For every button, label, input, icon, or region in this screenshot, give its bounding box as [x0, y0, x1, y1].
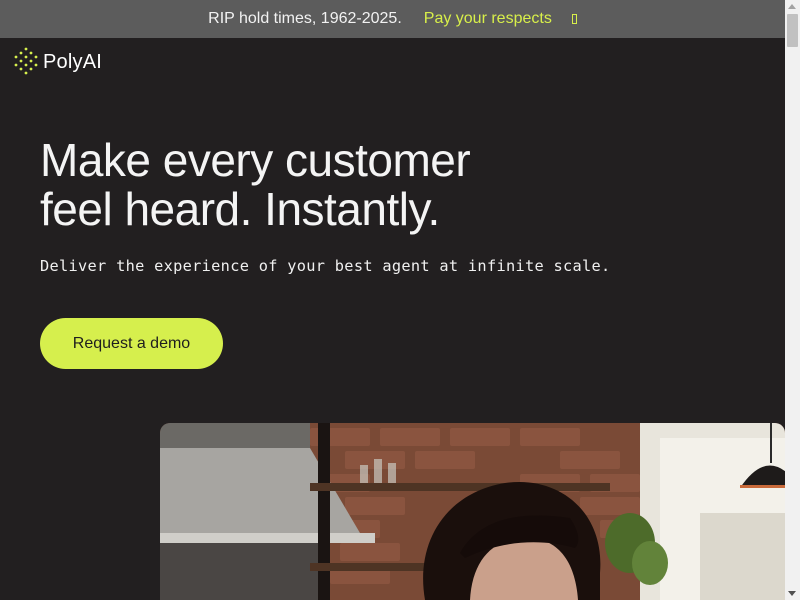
scroll-thumb[interactable]	[787, 14, 798, 47]
hero-title-line1: Make every customer	[40, 134, 471, 186]
pay-respects-link[interactable]: Pay your respects	[424, 10, 577, 28]
scroll-up-arrow-icon[interactable]	[788, 4, 796, 9]
request-demo-button[interactable]: Request a demo	[40, 318, 223, 369]
polyai-dots-logo-icon	[14, 47, 38, 75]
hero-subtitle: Deliver the experience of your best agen…	[40, 257, 611, 275]
hero-photo	[160, 423, 785, 600]
hero-title-line2: feel heard. Instantly.	[40, 183, 440, 235]
brand-name: PolyAI	[43, 50, 103, 73]
arrow-right-icon	[571, 14, 577, 24]
page: RIP hold times, 1962-2025. Pay your resp…	[0, 0, 800, 600]
announcement-text: RIP hold times, 1962-2025.	[208, 10, 402, 27]
woman-in-kitchen-photo	[160, 423, 785, 600]
pay-respects-label: Pay your respects	[423, 10, 552, 27]
page-scrollbar[interactable]	[785, 0, 800, 600]
hero-title: Make every customer feel heard. Instantly…	[40, 136, 600, 234]
scroll-down-arrow-icon[interactable]	[788, 591, 796, 596]
announcement-bar: RIP hold times, 1962-2025. Pay your resp…	[0, 0, 785, 38]
polyai-logo[interactable]: PolyAI	[14, 47, 102, 77]
